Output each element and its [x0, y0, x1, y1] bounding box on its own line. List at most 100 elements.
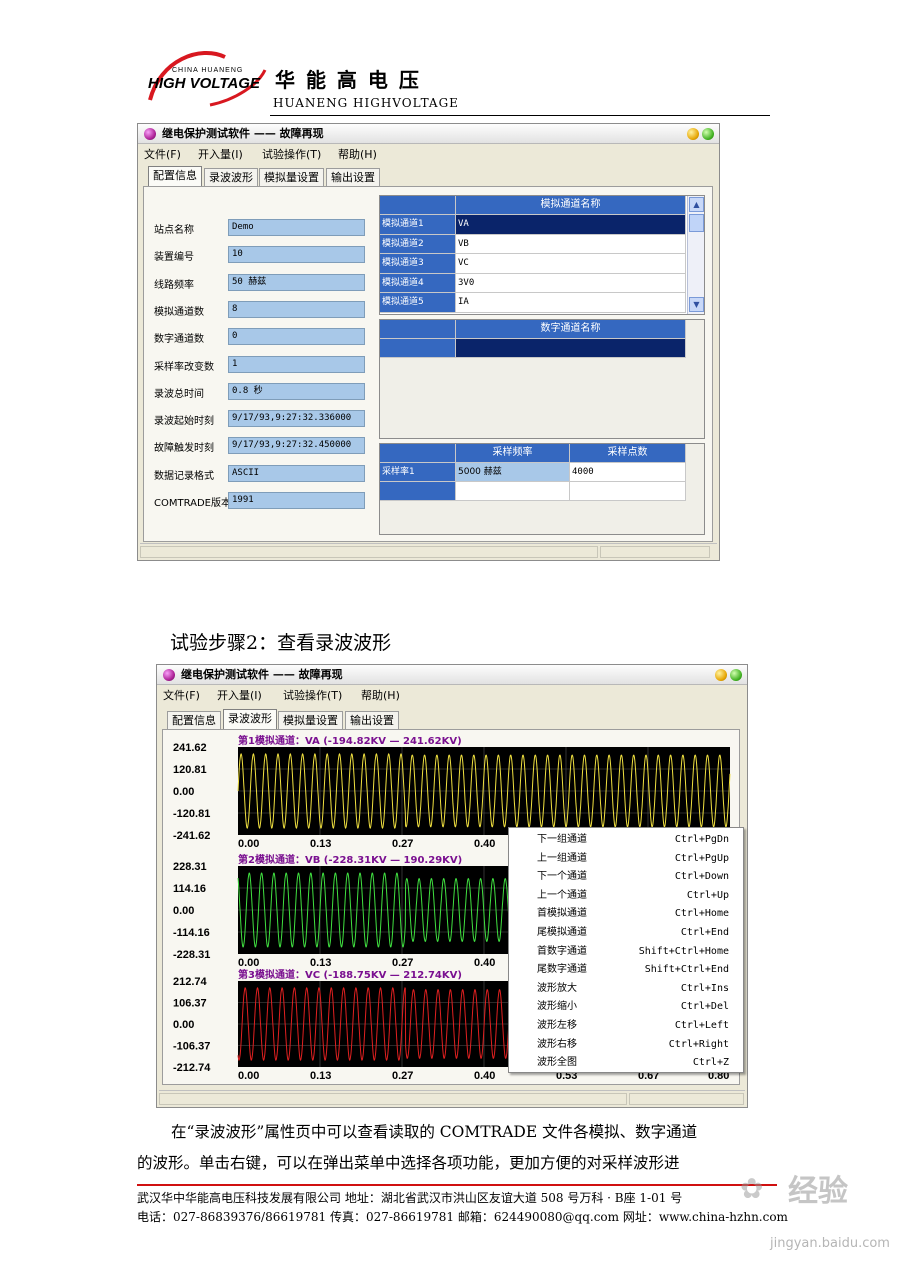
- sample-row-freq[interactable]: 5000 赫兹: [456, 463, 570, 482]
- tab-waveform[interactable]: 录波波形: [223, 709, 277, 729]
- menu-test[interactable]: 试验操作(T): [283, 687, 342, 705]
- x-tick-label: 0.13: [310, 838, 331, 850]
- context-menu-item[interactable]: 下一个通道 Ctrl+Down: [509, 868, 743, 886]
- menu-help[interactable]: 帮助(H): [361, 687, 400, 705]
- maximize-button[interactable]: [730, 669, 742, 681]
- analog-row-label: 模拟通道4: [380, 273, 456, 293]
- field-value[interactable]: 0.8 秒: [228, 382, 365, 400]
- digital-row-value[interactable]: [456, 339, 686, 358]
- tab-config[interactable]: 配置信息: [148, 166, 202, 186]
- menu-item-shortcut: Ctrl+PgDn: [674, 834, 729, 845]
- field-label: 采样率改变数: [154, 361, 214, 373]
- status-bar: [140, 543, 717, 559]
- menu-bar: 文件(F) 开入量(I) 试验操作(T) 帮助(H): [138, 146, 719, 164]
- context-menu-item[interactable]: 上一个通道 Ctrl+Up: [509, 887, 743, 905]
- context-menu-item[interactable]: 波形放大 Ctrl+Ins: [509, 980, 743, 998]
- minimize-button[interactable]: [715, 669, 727, 681]
- analog-grid-header: 模拟通道名称: [456, 196, 686, 215]
- maximize-button[interactable]: [702, 128, 714, 140]
- y-tick-label: 0.00: [173, 1019, 194, 1031]
- sample-row-points[interactable]: 4000: [570, 463, 686, 482]
- field-label: 站点名称: [154, 225, 194, 236]
- tab-strip: 配置信息 录波波形 模拟量设置 输出设置: [167, 709, 427, 729]
- x-tick-label: 0.27: [392, 1070, 413, 1082]
- y-tick-label: 241.62: [173, 742, 207, 754]
- sample-row-empty: [380, 482, 456, 501]
- header-rule: [270, 115, 770, 116]
- analog-row-value[interactable]: 3V0: [456, 273, 686, 293]
- menu-item-label: 上一个通道: [537, 889, 587, 901]
- tab-analog-settings[interactable]: 模拟量设置: [278, 711, 343, 729]
- context-menu-item[interactable]: 尾数字通道 Shift+Ctrl+End: [509, 961, 743, 979]
- tab-output-settings[interactable]: 输出设置: [326, 168, 380, 186]
- menu-item-shortcut: Ctrl+Left: [674, 1020, 729, 1031]
- menu-input[interactable]: 开入量(I): [198, 146, 243, 164]
- context-menu-item[interactable]: 尾模拟通道 Ctrl+End: [509, 924, 743, 942]
- field-value[interactable]: 9/17/93,9:27:32.450000: [228, 437, 365, 455]
- y-tick-label: 120.81: [173, 764, 207, 776]
- x-tick-label: 0.27: [392, 957, 413, 969]
- grid-corner: [380, 320, 456, 339]
- analog-row-value[interactable]: VB: [456, 234, 686, 254]
- y-tick-label: 114.16: [173, 883, 206, 895]
- tab-analog-settings[interactable]: 模拟量设置: [259, 168, 324, 186]
- menu-item-shortcut: Ctrl+Home: [674, 908, 729, 920]
- tab-config[interactable]: 配置信息: [167, 711, 221, 729]
- menu-item-shortcut: Ctrl+Z: [692, 1057, 729, 1069]
- menu-test[interactable]: 试验操作(T): [262, 146, 321, 164]
- field-label: 装置编号: [154, 252, 194, 264]
- digital-channel-grid: 数字通道名称: [379, 319, 705, 439]
- field-value[interactable]: 1: [228, 355, 365, 373]
- field-value[interactable]: 1991: [228, 492, 365, 509]
- analog-row-value[interactable]: VA: [456, 215, 686, 235]
- x-tick-label: 0.27: [392, 838, 413, 850]
- body-paragraph-line2: 的波形。单击右键，可以在弹出菜单中选择各项功能，更加方便的对采样波形进: [137, 1154, 680, 1172]
- field-label: 线路频率: [154, 279, 194, 291]
- field-value[interactable]: 9/17/93,9:27:32.336000: [228, 410, 365, 428]
- field-label: 录波总时间: [154, 388, 204, 400]
- status-pane: [629, 1093, 744, 1105]
- analog-row-value[interactable]: IA: [456, 293, 686, 313]
- field-value[interactable]: 8: [228, 300, 365, 318]
- context-menu-item[interactable]: 波形右移 Ctrl+Right: [509, 1036, 743, 1054]
- status-pane: [159, 1093, 627, 1105]
- context-menu-item[interactable]: 波形全图 Ctrl+Z: [509, 1054, 743, 1072]
- minimize-button[interactable]: [687, 128, 699, 140]
- tab-waveform[interactable]: 录波波形: [204, 168, 258, 186]
- scroll-down-icon[interactable]: ▼: [689, 297, 704, 312]
- context-menu-item[interactable]: 波形左移 Ctrl+Left: [509, 1017, 743, 1035]
- scroll-thumb[interactable]: [689, 214, 704, 232]
- status-pane: [140, 546, 598, 558]
- menu-item-label: 波形左移: [537, 1020, 577, 1031]
- menu-bar: 文件(F) 开入量(I) 试验操作(T) 帮助(H): [157, 687, 747, 705]
- status-bar: [159, 1090, 745, 1106]
- context-menu-item[interactable]: 下一组通道 Ctrl+PgDn: [509, 831, 743, 849]
- menu-input[interactable]: 开入量(I): [217, 687, 262, 705]
- menu-file[interactable]: 文件(F): [163, 687, 200, 705]
- context-menu-item[interactable]: 波形缩小 Ctrl+Del: [509, 998, 743, 1016]
- menu-item-shortcut: Ctrl+Del: [680, 1001, 729, 1013]
- menu-help[interactable]: 帮助(H): [338, 146, 377, 164]
- field-value[interactable]: 0: [228, 328, 365, 346]
- analog-row-value[interactable]: VC: [456, 254, 686, 274]
- window-titlebar[interactable]: 继电保护测试软件 —— 故障再现: [138, 124, 719, 144]
- field-value[interactable]: Demo: [228, 219, 365, 236]
- y-tick-label: -114.16: [173, 927, 210, 939]
- sample-row-empty-cell: [570, 482, 686, 501]
- y-tick-label: 212.74: [173, 976, 208, 988]
- context-menu-item[interactable]: 首模拟通道 Ctrl+Home: [509, 905, 743, 923]
- field-value[interactable]: ASCII: [228, 464, 365, 482]
- field-label: 录波起始时刻: [154, 416, 214, 428]
- tab-output-settings[interactable]: 输出设置: [345, 711, 399, 729]
- field-value[interactable]: 10: [228, 246, 365, 264]
- context-menu-item[interactable]: 首数字通道 Shift+Ctrl+Home: [509, 943, 743, 961]
- channel-title: 第1模拟通道：VA (-194.82KV — 241.62KV): [238, 734, 462, 747]
- scroll-up-icon[interactable]: ▲: [689, 197, 704, 212]
- menu-file[interactable]: 文件(F): [144, 146, 181, 164]
- context-menu-item[interactable]: 上一组通道 Ctrl+PgUp: [509, 850, 743, 868]
- window-titlebar[interactable]: 继电保护测试软件 —— 故障再现: [157, 665, 747, 685]
- field-value[interactable]: 50 赫兹: [228, 273, 365, 291]
- grid-scrollbar[interactable]: ▲ ▼: [687, 196, 704, 314]
- y-tick-label: -241.62: [173, 830, 210, 842]
- menu-item-label: 首数字通道: [537, 945, 587, 957]
